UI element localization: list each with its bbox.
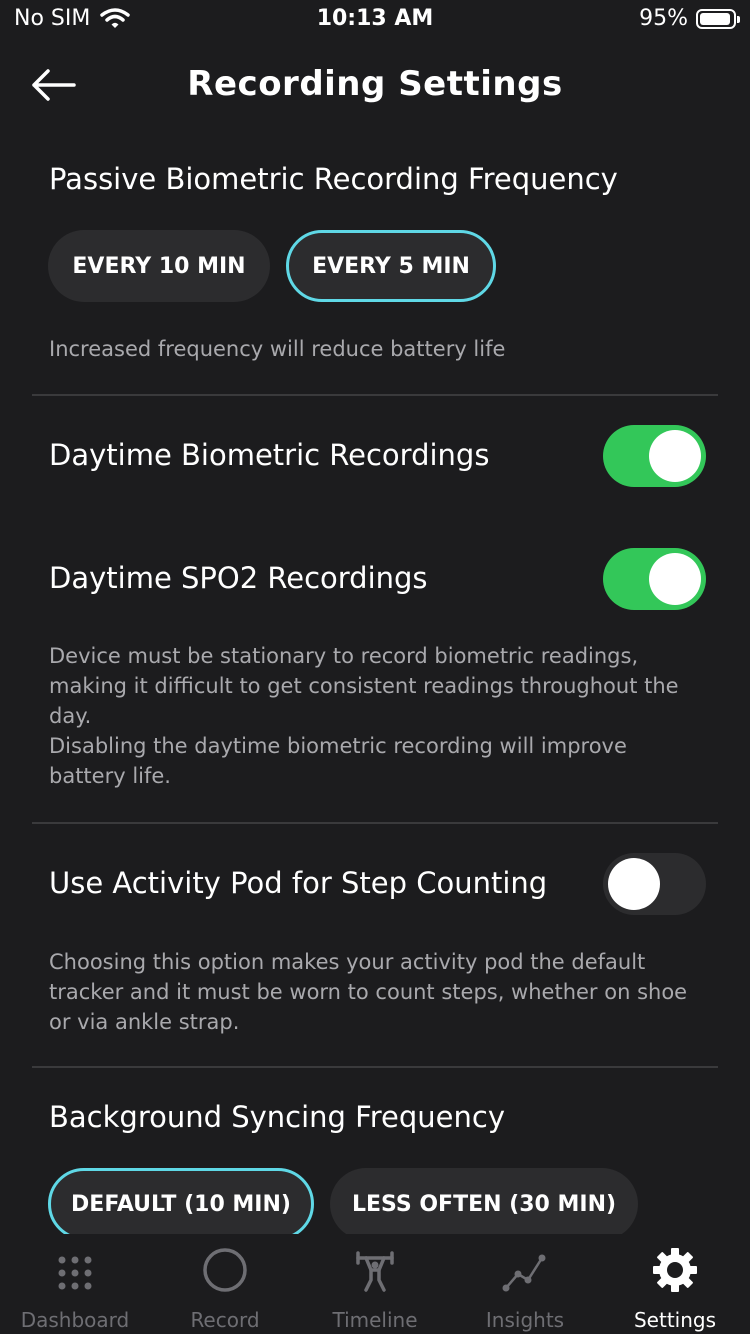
divider	[32, 822, 718, 824]
option-every-10-min[interactable]: EVERY 10 MIN	[48, 230, 270, 302]
option-less-often-30-min[interactable]: LESS OFTEN (30 MIN)	[330, 1168, 638, 1240]
tab-label: Record	[190, 1308, 260, 1332]
tab-label: Insights	[485, 1308, 565, 1332]
option-every-5-min[interactable]: EVERY 5 MIN	[286, 230, 496, 302]
option-label: LESS OFTEN (30 MIN)	[351, 1191, 617, 1217]
toggle-knob	[649, 430, 701, 482]
weightlifter-icon	[356, 1251, 394, 1292]
daytime-note-line1: Device must be stationary to record biom…	[49, 644, 679, 728]
tab-dashboard[interactable]: Dashboard	[0, 1234, 150, 1334]
status-right: 95%	[639, 6, 740, 31]
activity-pod-label: Use Activity Pod for Step Counting	[49, 866, 548, 900]
battery-icon	[696, 8, 740, 29]
option-label: EVERY 5 MIN	[312, 253, 470, 279]
nav-bar: Recording Settings	[0, 56, 750, 116]
tab-insights[interactable]: Insights	[450, 1234, 600, 1334]
daytime-biometric-label: Daytime Biometric Recordings	[49, 438, 490, 472]
passive-frequency-title: Passive Biometric Recording Frequency	[49, 162, 618, 196]
passive-note: Increased frequency will reduce battery …	[49, 337, 506, 361]
page-title: Recording Settings	[187, 64, 563, 104]
tab-bar: Dashboard Record Timeline Insights Setti…	[0, 1234, 750, 1334]
tab-label: Settings	[633, 1308, 717, 1332]
tab-record[interactable]: Record	[150, 1234, 300, 1334]
line-graph-icon	[502, 1254, 546, 1292]
option-label: EVERY 10 MIN	[72, 253, 246, 279]
daytime-note: Device must be stationary to record biom…	[49, 641, 709, 791]
daytime-note-line2: Disabling the daytime biometric recordin…	[49, 734, 627, 788]
dots-grid-icon	[58, 1256, 92, 1290]
daytime-biometric-toggle[interactable]	[603, 425, 706, 487]
toggle-knob	[608, 858, 660, 910]
tab-settings[interactable]: Settings	[600, 1234, 750, 1334]
divider	[32, 394, 718, 396]
toggle-knob	[649, 553, 701, 605]
activity-pod-note: Choosing this option makes your activity…	[49, 950, 688, 1034]
divider	[32, 1066, 718, 1068]
gear-icon	[653, 1248, 697, 1292]
circle-icon	[203, 1248, 247, 1292]
battery-percent: 95%	[639, 6, 688, 31]
option-label: DEFAULT (10 MIN)	[71, 1191, 291, 1217]
daytime-spo2-toggle[interactable]	[603, 548, 706, 610]
tab-label: Dashboard	[20, 1308, 130, 1332]
syncing-frequency-title: Background Syncing Frequency	[49, 1100, 505, 1134]
option-default-10-min[interactable]: DEFAULT (10 MIN)	[48, 1168, 314, 1240]
status-bar: No SIM 10:13 AM 95%	[0, 0, 750, 44]
activity-pod-toggle[interactable]	[603, 853, 706, 915]
status-time: 10:13 AM	[316, 6, 434, 31]
tab-label: Timeline	[332, 1308, 418, 1332]
daytime-spo2-label: Daytime SPO2 Recordings	[49, 561, 428, 595]
tab-timeline[interactable]: Timeline	[300, 1234, 450, 1334]
